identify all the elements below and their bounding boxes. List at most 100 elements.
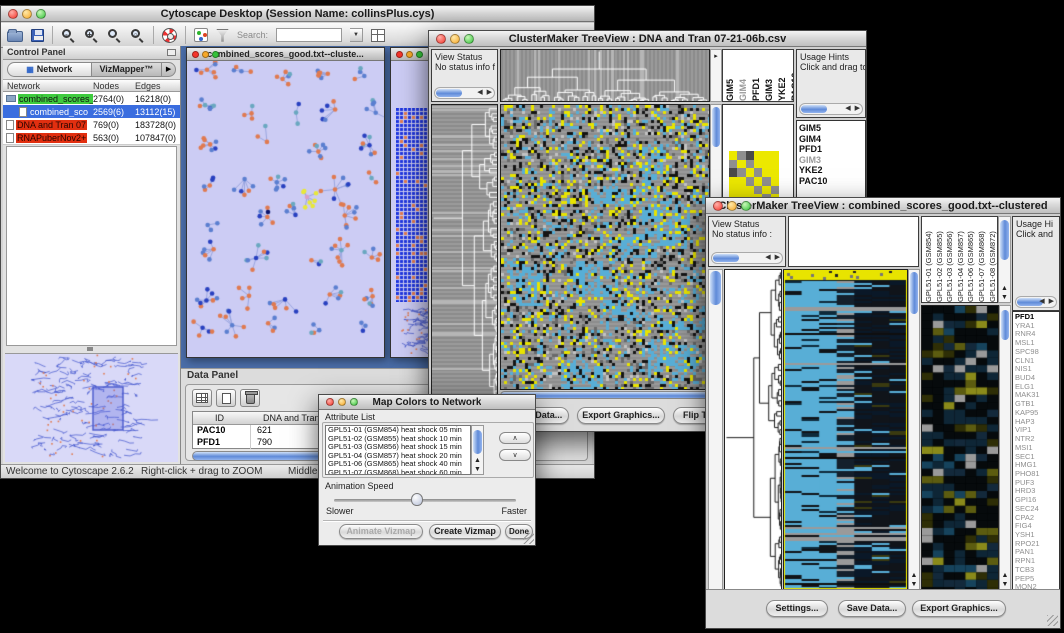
- gene-label[interactable]: GIM3: [797, 155, 865, 166]
- row-dendrogram-canvas[interactable]: [432, 105, 497, 399]
- detail-cell[interactable]: [729, 160, 737, 169]
- column-dendrogram[interactable]: [500, 49, 710, 102]
- network-table-row[interactable]: RNAPuberNov2+563(0)107847(0): [3, 131, 180, 144]
- zoom-fit-icon[interactable]: ▫: [130, 28, 145, 43]
- detail-cell[interactable]: [729, 151, 737, 160]
- column-label[interactable]: GPL51-04 (GSM857): [956, 218, 966, 302]
- column-dendrogram-empty[interactable]: [788, 216, 919, 267]
- network-table-row[interactable]: DNA and Tran 07769(0)183728(0): [3, 118, 180, 131]
- detail-vscrollbar[interactable]: ▲▼: [999, 305, 1011, 590]
- create-vizmap-button[interactable]: Create Vizmap: [429, 524, 501, 539]
- minimize-button[interactable]: [22, 9, 32, 19]
- minimize-button[interactable]: [406, 51, 413, 58]
- network-table-row[interactable]: combined_sco2569(6)13112(15): [3, 105, 180, 118]
- detail-cell[interactable]: [737, 177, 745, 186]
- open-session-icon[interactable]: [7, 31, 23, 42]
- gene-label[interactable]: PFD1: [797, 144, 865, 155]
- detail-cell[interactable]: [771, 177, 779, 186]
- gene-label[interactable]: PAC10: [797, 176, 865, 187]
- gene-label[interactable]: GIM5: [797, 123, 865, 134]
- zoom-button[interactable]: [350, 398, 358, 406]
- detail-cell[interactable]: [754, 151, 762, 160]
- detail-cell[interactable]: [746, 177, 754, 186]
- detail-cell[interactable]: [746, 186, 754, 195]
- animate-vizmap-button[interactable]: Animate Vizmap: [339, 524, 423, 539]
- delete-attribute-icon[interactable]: [240, 389, 260, 407]
- detail-cell[interactable]: [737, 186, 745, 195]
- zoom-in-icon[interactable]: +: [84, 28, 99, 43]
- detail-cell[interactable]: [746, 168, 754, 177]
- dense-network-canvas[interactable]: [396, 108, 428, 302]
- detail-cell[interactable]: [762, 186, 770, 195]
- map-dialog-titlebar[interactable]: Map Colors to Network: [319, 395, 535, 410]
- detail-cell[interactable]: [754, 168, 762, 177]
- usage-hints-hscrollbar[interactable]: ◀ ▶: [1015, 296, 1057, 308]
- detail-cell[interactable]: [729, 177, 737, 186]
- column-label[interactable]: GPL51-06 (GSM865): [966, 218, 976, 302]
- attribute-select-icon[interactable]: [192, 389, 212, 407]
- row-dendrogram-canvas[interactable]: [725, 270, 781, 589]
- network-graph-canvas[interactable]: [187, 61, 384, 357]
- zoom-button[interactable]: [416, 51, 423, 58]
- birdseye-view[interactable]: [5, 353, 178, 462]
- detail-cell[interactable]: [729, 168, 737, 177]
- detail-heatmap[interactable]: [921, 305, 999, 590]
- move-up-button[interactable]: ∧: [499, 432, 531, 444]
- panel-resize-grip[interactable]: [87, 347, 93, 351]
- detail-cell[interactable]: [771, 168, 779, 177]
- zoom-button[interactable]: [36, 9, 46, 19]
- animation-slider-track[interactable]: [334, 499, 516, 502]
- birdseye-canvas[interactable]: [5, 354, 179, 460]
- detail-cell[interactable]: [737, 168, 745, 177]
- column-label[interactable]: YKE2: [777, 51, 788, 101]
- col-network[interactable]: Network: [7, 80, 40, 92]
- search-dropdown-icon[interactable]: ▼: [350, 28, 363, 42]
- detail-cell[interactable]: [771, 186, 779, 195]
- resize-grip[interactable]: [1047, 615, 1058, 626]
- detail-heatmap-canvas[interactable]: [922, 306, 998, 589]
- treeview-button[interactable]: Settings...: [766, 600, 828, 617]
- main-heatmap[interactable]: [500, 104, 710, 390]
- move-down-button[interactable]: ∨: [499, 449, 531, 461]
- filter-icon[interactable]: [216, 29, 229, 42]
- detail-cell[interactable]: [762, 160, 770, 169]
- heatmap-vscrollbar[interactable]: ▲▼: [908, 269, 920, 590]
- main-heatmap-canvas[interactable]: [784, 270, 907, 589]
- detail-cell[interactable]: [729, 186, 737, 195]
- tab-overflow-arrow[interactable]: ▶: [162, 62, 176, 77]
- detail-cell[interactable]: [754, 177, 762, 186]
- main-heatmap[interactable]: [783, 269, 908, 590]
- save-session-icon[interactable]: [31, 29, 44, 42]
- minimize-button[interactable]: [338, 398, 346, 406]
- minimize-button[interactable]: [450, 34, 460, 44]
- column-label[interactable]: GIM5: [725, 51, 736, 101]
- main-titlebar[interactable]: Cytoscape Desktop (Session Name: collins…: [1, 6, 594, 22]
- column-label[interactable]: GPL51-03 (GSM856): [945, 218, 955, 302]
- import-table-icon[interactable]: [371, 29, 385, 42]
- detail-cell[interactable]: [771, 160, 779, 169]
- view-status-hscrollbar[interactable]: ◀ ▶: [711, 252, 783, 264]
- close-button[interactable]: [713, 201, 723, 211]
- treeview2-titlebar[interactable]: ClusterMaker TreeView : combined_scores_…: [706, 198, 1060, 214]
- detail-cell[interactable]: [771, 151, 779, 160]
- close-button[interactable]: [326, 398, 334, 406]
- attribute-list[interactable]: GPL51-01 (GSM854) heat shock 05 minGPL51…: [325, 425, 471, 475]
- tab-vizmapper[interactable]: VizMapper™: [92, 62, 163, 77]
- detail-cell[interactable]: [754, 186, 762, 195]
- column-label-scrollbar[interactable]: ▸: [710, 49, 722, 102]
- column-labels-scrollbar[interactable]: ▲▼: [998, 216, 1011, 303]
- attribute-list-scrollbar[interactable]: ▲▼: [471, 425, 484, 475]
- minimize-button[interactable]: [202, 51, 209, 58]
- column-label[interactable]: PFD1: [751, 51, 762, 101]
- col-nodes[interactable]: Nodes: [93, 80, 119, 92]
- treeview1-titlebar[interactable]: ClusterMaker TreeView : DNA and Tran 07-…: [429, 31, 866, 47]
- animation-slider-thumb[interactable]: [411, 493, 423, 506]
- col-edges[interactable]: Edges: [135, 80, 161, 92]
- network-view-window[interactable]: combined_scores_good.txt--cluste...: [186, 47, 385, 358]
- column-label[interactable]: PAC10: [790, 51, 794, 101]
- gene-label[interactable]: GIM4: [797, 134, 865, 145]
- column-label[interactable]: GPL51-07 (GSM868): [977, 218, 987, 302]
- treeview-button[interactable]: Export Graphics...: [912, 600, 1006, 617]
- column-label[interactable]: GPL51-01 (GSM854): [924, 218, 934, 302]
- row-dendrogram[interactable]: [431, 104, 498, 400]
